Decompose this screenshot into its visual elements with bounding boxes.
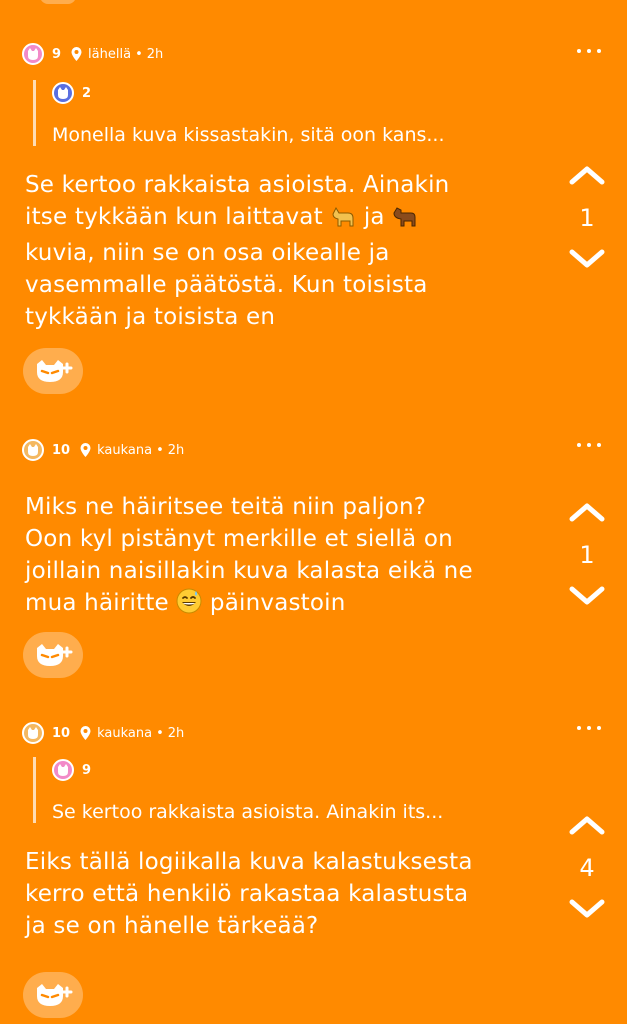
more-dots-icon[interactable] <box>577 439 601 451</box>
karma-count: 10 <box>52 725 71 741</box>
timestamp: 2h <box>146 46 164 62</box>
body-line: itse tykkään kun laittavat ja <box>25 201 535 237</box>
add-reaction-icon <box>37 360 73 382</box>
add-reaction-button[interactable] <box>23 632 83 678</box>
cat-icon <box>58 87 68 99</box>
avatar <box>22 43 44 65</box>
karma-count: 2 <box>82 85 92 101</box>
chevron-down-icon[interactable] <box>568 248 606 270</box>
body-line-part: ja <box>363 204 385 230</box>
location-pin-icon <box>71 47 82 61</box>
quote-header: 2 <box>52 80 445 106</box>
quoted-comment[interactable]: 2 Monella kuva kissastakin, sitä oon kan… <box>33 80 445 146</box>
cat-icon <box>58 764 68 776</box>
quote-text: Monella kuva kissastakin, sitä oon kans.… <box>52 124 445 146</box>
previous-reaction-button-edge[interactable] <box>40 0 76 4</box>
separator-dot: • <box>156 442 164 458</box>
location-label: kaukana <box>97 442 153 458</box>
body-line: Eiks tällä logiikalla kuva kalastuksesta <box>25 849 473 875</box>
cat-icon <box>28 444 38 456</box>
chevron-down-icon[interactable] <box>568 585 606 607</box>
grinning-sweat-emoji-icon <box>176 588 202 623</box>
separator-dot: • <box>156 725 164 741</box>
vote-control: 1 <box>565 501 609 607</box>
post-body: Se kertoo rakkaista asioista. Ainakin it… <box>25 169 535 333</box>
body-line: Miks ne häiritsee teitä niin paljon? <box>25 494 427 520</box>
vote-count: 4 <box>579 854 595 882</box>
quoted-comment[interactable]: 9 Se kertoo rakkaista asioista. Ainakin … <box>33 757 443 823</box>
vote-count: 1 <box>579 204 595 232</box>
karma-count: 9 <box>82 762 92 778</box>
cat-icon <box>28 48 38 60</box>
timestamp: 2h <box>167 725 185 741</box>
post-body: Miks ne häiritsee teitä niin paljon? Oon… <box>25 491 535 623</box>
location-label: lähellä <box>88 46 132 62</box>
separator-dot: • <box>135 46 143 62</box>
karma-count: 10 <box>52 442 71 458</box>
quote-text: Se kertoo rakkaista asioista. Ainakin it… <box>52 801 444 823</box>
location-pin-icon <box>80 443 91 457</box>
location-label: kaukana <box>97 725 153 741</box>
cat-icon <box>28 727 38 739</box>
body-line: kuvia, niin se on osa oikealle ja <box>25 240 390 266</box>
add-reaction-button[interactable] <box>23 348 83 394</box>
more-dots-icon[interactable] <box>577 722 601 734</box>
dog-emoji-icon <box>392 204 418 237</box>
avatar <box>52 759 74 781</box>
body-line-part: mua häiritte <box>25 590 169 616</box>
avatar <box>22 439 44 461</box>
body-line: kerro että henkilö rakastaa kalastusta <box>25 881 469 907</box>
more-dots-icon[interactable] <box>577 45 601 57</box>
chevron-up-icon[interactable] <box>568 814 606 836</box>
post-meta: 9 lähellä • 2h <box>22 43 163 65</box>
chevron-down-icon[interactable] <box>568 898 606 920</box>
post-body: Eiks tällä logiikalla kuva kalastuksesta… <box>25 846 535 942</box>
vote-control: 1 <box>565 164 609 270</box>
add-reaction-icon <box>37 644 73 666</box>
post-meta: 10 kaukana • 2h <box>22 439 184 461</box>
avatar <box>52 82 74 104</box>
quote-header: 9 <box>52 757 443 783</box>
body-line: ja se on hänelle tärkeää? <box>25 913 319 939</box>
timestamp: 2h <box>167 442 185 458</box>
avatar <box>22 722 44 744</box>
body-line: Oon kyl pistänyt merkille et siellä on <box>25 526 453 552</box>
add-reaction-icon <box>37 984 73 1006</box>
body-line-part: itse tykkään kun laittavat <box>25 204 323 230</box>
vote-control: 4 <box>565 814 609 920</box>
post-meta: 10 kaukana • 2h <box>22 722 184 744</box>
body-line-part: päinvastoin <box>209 590 346 616</box>
chevron-up-icon[interactable] <box>568 164 606 186</box>
body-line: Se kertoo rakkaista asioista. Ainakin <box>25 172 450 198</box>
vote-count: 1 <box>579 541 595 569</box>
body-line: mua häiritte päinvastoin <box>25 587 535 623</box>
body-line: tykkään ja toisista en <box>25 304 276 330</box>
body-line: vasemmalle päätöstä. Kun toisista <box>25 272 428 298</box>
chevron-up-icon[interactable] <box>568 501 606 523</box>
add-reaction-button[interactable] <box>23 972 83 1018</box>
body-line: joillain naisillakin kuva kalasta eikä n… <box>25 558 473 584</box>
location-pin-icon <box>80 726 91 740</box>
karma-count: 9 <box>52 46 62 62</box>
cat-emoji-icon <box>330 204 356 237</box>
